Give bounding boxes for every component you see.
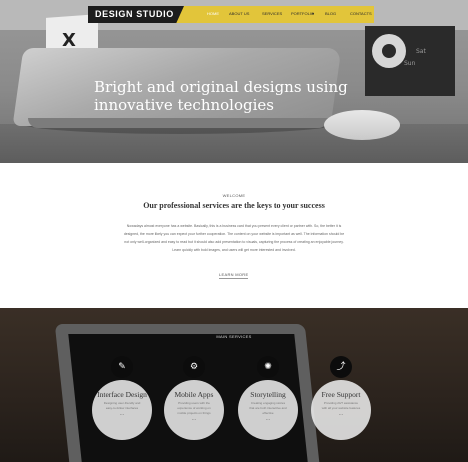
learn-more-link[interactable]: LEARN MORE — [219, 272, 249, 279]
nav-services[interactable]: SERVICES — [262, 11, 282, 16]
service-desc: Designing user-friendly and easy-to-foll… — [103, 401, 141, 410]
service-name: Mobile Apps — [174, 390, 214, 399]
lightbulb-icon: ✺ — [257, 356, 279, 378]
brush-icon: ✎ — [111, 356, 133, 378]
nav-about[interactable]: ABOUT US — [229, 11, 249, 16]
clock-label: Sun — [404, 60, 416, 67]
service-card-storytelling[interactable]: Storytelling Creating engaging stories t… — [238, 380, 298, 440]
chevron-down-icon[interactable]: ▾ — [312, 11, 314, 16]
service-card-interface-design[interactable]: Interface Design Designing user-friendly… — [92, 380, 152, 440]
gears-icon: ⚙ — [183, 356, 205, 378]
nav-blog[interactable]: BLOG — [325, 11, 336, 16]
nav-contacts[interactable]: CONTACTS — [350, 11, 372, 16]
nav-portfolio[interactable]: PORTFOLIO — [291, 11, 314, 16]
service-card-free-support[interactable]: Free Support Providing 24/7 assistance w… — [311, 380, 371, 440]
welcome-text: Nowadays almost everyone has a website. … — [123, 224, 345, 252]
nav-home[interactable]: HOME — [207, 11, 219, 16]
service-card-mobile-apps[interactable]: Mobile Apps Providing users with the exp… — [164, 380, 224, 440]
service-desc: Creating engaging stories that are both … — [249, 401, 287, 415]
slider-dots — [225, 155, 237, 163]
service-name: Storytelling — [250, 390, 286, 399]
welcome-title: Our professional services are the keys t… — [143, 201, 325, 210]
laptop-edge — [28, 118, 328, 128]
service-more[interactable]: ... — [238, 416, 298, 422]
page: X X Sat Sun DESIGN STUDIO HOME ABOUT US … — [0, 0, 468, 462]
service-name: Free Support — [321, 390, 361, 399]
services-eyebrow: MAIN SERVICES — [216, 334, 252, 339]
service-desc: Providing 24/7 assistance with all your … — [321, 401, 361, 410]
clock-center — [382, 44, 396, 58]
service-more[interactable]: ... — [311, 411, 371, 417]
hero-title: Bright and original designs using innova… — [94, 78, 348, 114]
hero-slider: X X Sat Sun DESIGN STUDIO HOME ABOUT US … — [0, 0, 468, 163]
chart-icon: ⤴ — [330, 356, 352, 378]
service-more[interactable]: ... — [92, 411, 152, 417]
clock-label: Sat — [416, 48, 426, 55]
service-more[interactable]: ... — [164, 416, 224, 422]
service-desc: Providing users with the experience of w… — [177, 401, 211, 415]
mouse-image — [324, 110, 400, 140]
welcome-eyebrow: WELCOME — [222, 193, 246, 198]
service-name: Interface Design — [97, 390, 147, 399]
brand-name[interactable]: DESIGN STUDIO — [95, 9, 174, 19]
